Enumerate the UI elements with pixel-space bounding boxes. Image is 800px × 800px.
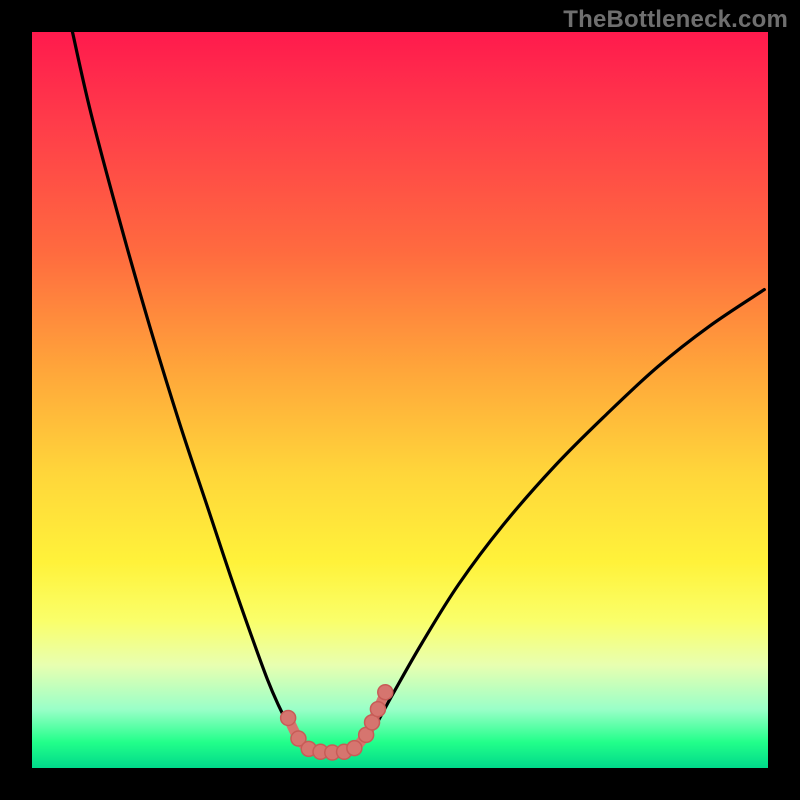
chart-svg	[32, 32, 768, 768]
plot-area	[32, 32, 768, 768]
curve-path	[72, 32, 764, 753]
marker-dot	[281, 710, 296, 725]
marker-points	[281, 685, 393, 760]
bottleneck-curve	[72, 32, 764, 753]
marker-dot	[378, 685, 393, 700]
chart-frame: TheBottleneck.com	[0, 0, 800, 800]
marker-dot	[370, 702, 385, 717]
marker-dot	[347, 741, 362, 756]
watermark-text: TheBottleneck.com	[563, 6, 788, 34]
